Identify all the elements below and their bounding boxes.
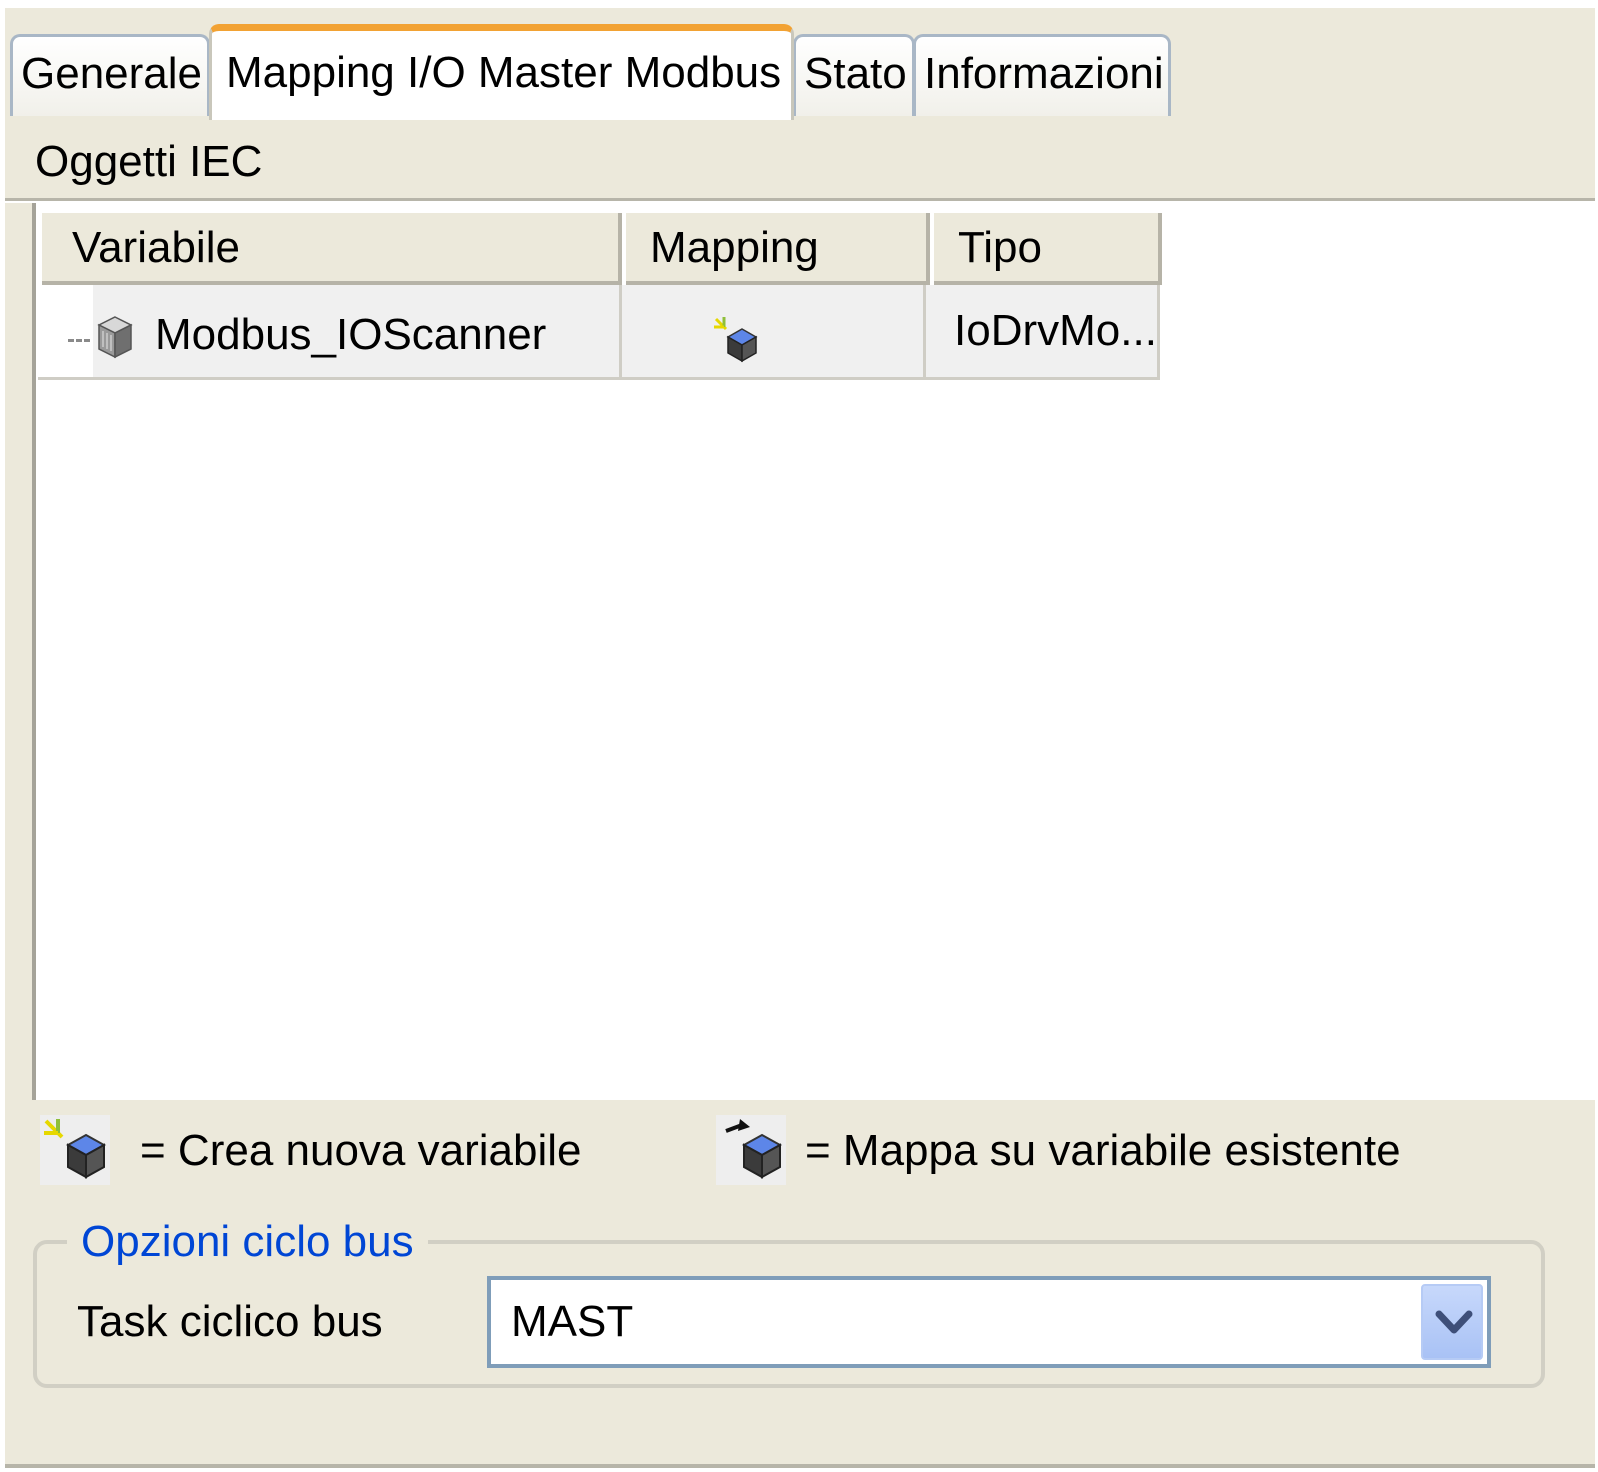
column-header-mapping[interactable]: Mapping [626,213,930,285]
tab-stato[interactable]: Stato [793,34,915,116]
existing-variable-icon [716,1115,786,1185]
legend-new-variable-label: = Crea nuova variabile [140,1126,582,1175]
cell-tipo[interactable]: IoDrvMo... [926,285,1160,377]
tab-label: Mapping I/O Master Modbus [226,48,782,97]
section-title: Oggetti IEC [35,137,263,186]
tab-mapping-io-master-modbus[interactable]: Mapping I/O Master Modbus [209,24,794,120]
tab-informazioni[interactable]: Informazioni [913,34,1171,116]
cell-variabile[interactable]: Modbus_IOScanner [93,285,622,377]
tab-generale[interactable]: Generale [10,34,210,116]
modbus-config-panel: Generale Mapping I/O Master Modbus Stato… [5,8,1595,1468]
variable-name: Modbus_IOScanner [155,310,547,359]
tab-label: Informazioni [924,49,1164,98]
section-divider [5,198,1595,203]
iec-objects-table: Variabile Mapping Tipo Modbus_IOScanner [32,203,1595,1100]
column-header-tipo[interactable]: Tipo [934,213,1162,285]
group-title: Opzioni ciclo bus [67,1214,428,1270]
tab-label: Stato [804,49,907,98]
legend: = Crea nuova variabile = Mappa su variab… [5,1103,1595,1203]
column-header-variabile[interactable]: Variabile [42,213,622,285]
bus-cycle-task-select[interactable]: MAST [487,1276,1491,1368]
tab-bar: Generale Mapping I/O Master Modbus Stato… [5,8,1595,128]
device-icon [97,316,133,359]
selected-task: MAST [511,1297,634,1346]
legend-existing-variable-label: = Mappa su variabile esistente [805,1126,1401,1175]
bus-cycle-task-label: Task ciclico bus [77,1297,383,1346]
variable-type: IoDrvMo... [954,306,1157,355]
tree-connector [68,339,90,342]
cell-mapping[interactable] [622,285,926,377]
bus-cycle-options-group: Opzioni ciclo bus Task ciclico bus MAST [33,1214,1545,1388]
tab-label: Generale [21,49,203,98]
table-row[interactable]: Modbus_IOScanner IoDrvMo... [38,285,1160,380]
chevron-down-icon [1435,1310,1473,1334]
panel-bottom-border [5,1464,1595,1468]
new-variable-icon [40,1115,110,1185]
dropdown-button[interactable] [1421,1284,1483,1360]
new-variable-icon [714,317,758,363]
